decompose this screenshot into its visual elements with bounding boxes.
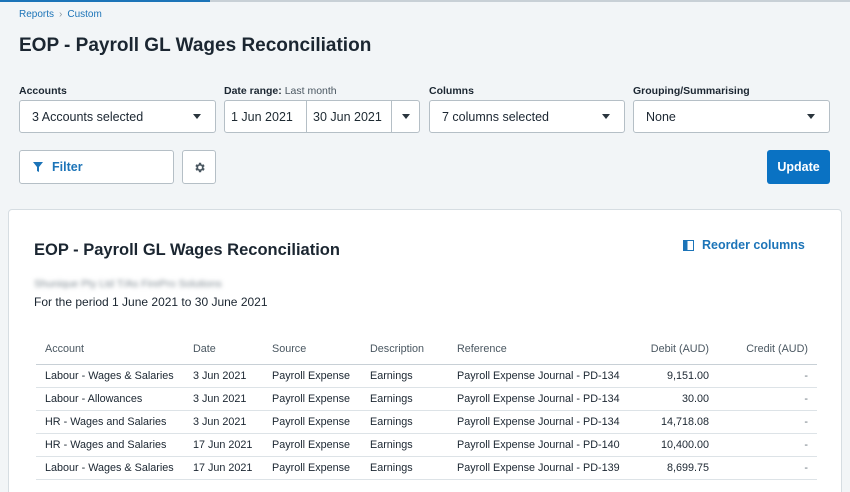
cell-source: Payroll Expense [263,410,361,434]
cell-description: Earnings [361,387,448,411]
breadcrumb: Reports › Custom [19,9,102,20]
cell-account: Labour - Wages & Salaries [36,364,184,388]
end-date-value: 30 Jun 2021 [313,109,382,124]
accounts-value: 3 Accounts selected [32,109,144,124]
col-date: Date [184,335,263,365]
cell-description: Earnings [361,456,448,480]
cell-credit: - [718,433,817,457]
accounts-label: Accounts [19,85,67,97]
breadcrumb-custom[interactable]: Custom [67,9,101,20]
columns-label: Columns [429,85,474,97]
cell-account: HR - Wages and Salaries [36,433,184,457]
cell-source: Payroll Expense [263,433,361,457]
cell-reference: Payroll Expense Journal - PD-134 [448,364,620,388]
top-line-active [0,0,210,2]
cell-date: 17 Jun 2021 [184,456,263,480]
report-period: For the period 1 June 2021 to 30 June 20… [34,295,268,309]
columns-icon [683,239,694,251]
grouping-select[interactable]: None [633,100,830,133]
table-row: Labour - Wages & Salaries 3 Jun 2021 Pay… [36,364,817,388]
settings-button[interactable] [182,150,216,184]
company-name: Shunique Pty Ltd T/As FirePro Solutions [34,278,222,290]
col-source: Source [263,335,361,365]
accounts-select[interactable]: 3 Accounts selected [19,100,216,133]
breadcrumb-separator: › [59,9,63,20]
filter-button[interactable]: Filter [19,150,174,184]
page-title: EOP - Payroll GL Wages Reconciliation [19,35,372,56]
cell-description: Earnings [361,433,448,457]
funnel-icon [33,162,43,172]
cell-credit: - [718,410,817,434]
reorder-columns-button[interactable]: Reorder columns [683,238,805,252]
cell-date: 17 Jun 2021 [184,433,263,457]
columns-select[interactable]: 7 columns selected [429,100,625,133]
cell-date: 3 Jun 2021 [184,387,263,411]
table-row: HR - Wages and Salaries 17 Jun 2021 Payr… [36,433,817,457]
cell-debit: 8,699.75 [620,456,718,480]
cell-date: 3 Jun 2021 [184,364,263,388]
table-row: Labour - Allowances 3 Jun 2021 Payroll E… [36,387,817,411]
columns-value: 7 columns selected [442,109,550,124]
start-date-field[interactable]: 1 Jun 2021 [225,101,307,132]
cell-debit: 30.00 [620,387,718,411]
report-card: EOP - Payroll GL Wages Reconciliation Re… [8,209,842,492]
reorder-columns-label: Reorder columns [702,238,805,252]
top-line-rest [210,0,850,2]
col-account: Account [36,335,184,365]
cell-description: Earnings [361,364,448,388]
cell-reference: Payroll Expense Journal - PD-140 [448,433,620,457]
gear-icon [194,162,205,172]
report-title: EOP - Payroll GL Wages Reconciliation [34,241,340,259]
filter-label: Filter [52,160,83,174]
cell-debit: 9,151.00 [620,364,718,388]
date-range-label: Date range: Last month [224,85,337,97]
cell-description: Earnings [361,410,448,434]
cell-reference: Payroll Expense Journal - PD-134 [448,410,620,434]
date-range-dropdown[interactable] [392,101,419,132]
chevron-down-icon [807,114,815,119]
date-range-preset: Last month [284,85,337,97]
col-reference: Reference [448,335,620,365]
col-credit: Credit (AUD) [718,335,817,365]
chevron-down-icon [602,114,610,119]
grouping-label: Grouping/Summarising [633,85,750,97]
cell-credit: - [718,364,817,388]
cell-reference: Payroll Expense Journal - PD-134 [448,387,620,411]
cell-account: Labour - Allowances [36,387,184,411]
grouping-value: None [646,109,676,124]
cell-source: Payroll Expense [263,364,361,388]
table-header-row: Account Date Source Description Referenc… [36,335,817,365]
start-date-value: 1 Jun 2021 [231,109,293,124]
cell-debit: 14,718.08 [620,410,718,434]
cell-credit: - [718,456,817,480]
chevron-down-icon [401,114,410,119]
date-range-label-text: Date range: [224,85,282,97]
cell-debit: 10,400.00 [620,433,718,457]
cell-source: Payroll Expense [263,387,361,411]
cell-source: Payroll Expense [263,456,361,480]
breadcrumb-reports[interactable]: Reports [19,9,54,20]
chevron-down-icon [193,114,201,119]
col-description: Description [361,335,448,365]
cell-account: HR - Wages and Salaries [36,410,184,434]
cell-reference: Payroll Expense Journal - PD-139 [448,456,620,480]
end-date-field[interactable]: 30 Jun 2021 [307,101,392,132]
table-row: Labour - Wages & Salaries 17 Jun 2021 Pa… [36,456,817,480]
table-row: HR - Wages and Salaries 3 Jun 2021 Payro… [36,410,817,434]
cell-date: 3 Jun 2021 [184,410,263,434]
date-range-picker: 1 Jun 2021 30 Jun 2021 [224,100,420,133]
cell-credit: - [718,387,817,411]
update-button[interactable]: Update [767,150,830,184]
col-debit: Debit (AUD) [620,335,718,365]
report-table: Account Date Source Description Referenc… [36,335,817,480]
top-progress-line [0,0,850,2]
cell-account: Labour - Wages & Salaries [36,456,184,480]
